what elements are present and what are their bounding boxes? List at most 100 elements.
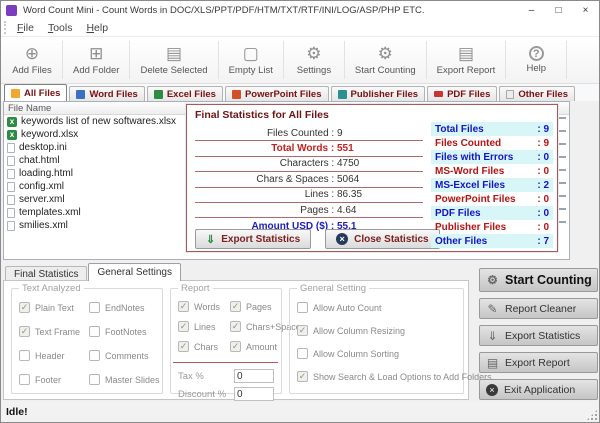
tab-all-files[interactable]: All Files: [4, 84, 67, 101]
discount-input[interactable]: [234, 387, 274, 401]
tab-powerpoint-files[interactable]: PowerPoint Files: [225, 86, 329, 101]
toolbar-button-icon: ⚙: [306, 44, 321, 63]
checkbox[interactable]: [297, 302, 308, 313]
start-counting-button[interactable]: ⚙ Start Counting: [346, 37, 425, 83]
statistic-row: Files Counted 9: [195, 126, 423, 141]
report-cleaner-button[interactable]: ✎ Report Cleaner: [479, 298, 598, 319]
checkbox[interactable]: [89, 350, 100, 361]
tab-word-files[interactable]: Word Files: [69, 86, 144, 101]
tab-excel-files[interactable]: Excel Files: [147, 86, 223, 101]
menu-help[interactable]: Help: [79, 20, 115, 36]
close-button[interactable]: ×: [572, 2, 599, 19]
checkbox-row[interactable]: Plain Text: [19, 302, 89, 313]
tab-publisher-files[interactable]: Publisher Files: [331, 86, 426, 101]
exit-application-button[interactable]: × Exit Application: [479, 379, 598, 400]
delete-selected-button[interactable]: ▤ Delete Selected: [131, 37, 216, 83]
file-type-count-row: PowerPoint Files 0: [431, 192, 553, 206]
toolbar-button-label: Export Report: [437, 65, 496, 76]
statistic-label: Pages: [195, 205, 337, 216]
checkbox-row[interactable]: Show Search & Load Options to Add Folder…: [297, 371, 492, 382]
checkbox-row[interactable]: FootNotes: [89, 326, 160, 337]
menu-tools[interactable]: Tools: [41, 20, 80, 36]
minimize-button[interactable]: –: [518, 2, 545, 19]
add-files-button[interactable]: ⊕ Add Files: [3, 37, 61, 83]
checkbox[interactable]: [178, 341, 189, 352]
export-report-action-button[interactable]: ▤ Export Report: [479, 352, 598, 373]
checkbox[interactable]: [297, 325, 308, 336]
checkbox[interactable]: [178, 301, 189, 312]
checkbox-row[interactable]: Comments: [89, 350, 160, 361]
tab-pdf-files[interactable]: PDF Files: [427, 86, 497, 101]
checkbox-row[interactable]: Allow Column Sorting: [297, 348, 492, 359]
tab-general-settings[interactable]: General Settings: [88, 263, 181, 281]
checkbox[interactable]: [19, 350, 30, 361]
tax-row: Tax %: [171, 369, 281, 383]
start-counting-action-button[interactable]: ⚙ Start Counting: [479, 268, 598, 292]
action-button-icon: ▤: [486, 356, 499, 370]
checkbox[interactable]: [89, 326, 100, 337]
maximize-button[interactable]: □: [545, 2, 572, 19]
toolbar-button-icon: ⊕: [25, 44, 39, 63]
toolbar-button-icon: ▤: [166, 44, 182, 63]
checkbox-label: Words: [194, 302, 220, 312]
resize-grip[interactable]: [586, 409, 598, 421]
file-type-count-row: Total Files 9: [431, 122, 553, 136]
checkbox-row[interactable]: Allow Auto Count: [297, 302, 492, 313]
toolbar-button-label: Start Counting: [355, 65, 416, 76]
export-report-button[interactable]: ▤ Export Report: [428, 37, 505, 83]
checkbox-row[interactable]: Words: [178, 301, 230, 312]
tab-final-statistics[interactable]: Final Statistics: [5, 266, 87, 281]
action-button-label: Exit Application: [504, 384, 575, 396]
add-folder-button[interactable]: ⊞ Add Folder: [64, 37, 128, 83]
file-type-count-label: MS-Excel Files: [435, 180, 537, 191]
statistic-row: Chars & Spaces 5064: [195, 172, 423, 187]
toolbar-button-icon: ▤: [458, 44, 474, 63]
checkbox-row[interactable]: Master Slides: [89, 374, 160, 385]
checkbox-label: Plain Text: [35, 303, 74, 313]
tax-input[interactable]: [234, 369, 274, 383]
settings-button[interactable]: ⚙ Settings: [285, 37, 343, 83]
checkbox-row[interactable]: Footer: [19, 374, 89, 385]
checkbox-label: Pages: [246, 302, 272, 312]
file-type-count-value: 0: [537, 166, 549, 177]
checkbox-row[interactable]: Lines: [178, 321, 230, 332]
close-statistics-button[interactable]: × Close Statistics: [325, 229, 439, 249]
file-type-count-value: 9: [537, 124, 549, 135]
checkbox[interactable]: [89, 374, 100, 385]
toolbar-separator: [62, 41, 63, 79]
help-button[interactable]: ? Help: [507, 37, 565, 83]
checkbox[interactable]: [19, 302, 30, 313]
menu-file[interactable]: File: [10, 20, 41, 36]
toolbar-separator: [566, 41, 567, 79]
tab-other-files[interactable]: Other Files: [499, 86, 575, 101]
checkbox-row[interactable]: Allow Column Resizing: [297, 325, 492, 336]
file-type-count-value: 0: [537, 194, 549, 205]
export-statistics-action-button[interactable]: ⇓ Export Statistics: [479, 325, 598, 346]
file-type-count-label: MS-Word Files: [435, 166, 537, 177]
checkbox-label: Allow Column Sorting: [313, 349, 399, 359]
file-type-count-row: Files with Errors 0: [431, 150, 553, 164]
checkbox[interactable]: [178, 321, 189, 332]
empty-list-button[interactable]: ▢ Empty List: [220, 37, 282, 83]
checkbox-row[interactable]: Chars: [178, 341, 230, 352]
file-type-tabstrip: All Files Word Files Excel Files PowerPo…: [1, 84, 599, 101]
checkbox[interactable]: [19, 374, 30, 385]
file-type-count-value: 7: [537, 236, 549, 247]
statistics-panel-title: Final Statistics for All Files: [195, 109, 557, 121]
file-name: keyword.xlsx: [21, 129, 78, 140]
checkbox-row[interactable]: Header: [19, 350, 89, 361]
file-type-count-value: 2: [537, 180, 549, 191]
checkbox[interactable]: [19, 326, 30, 337]
checkbox[interactable]: [89, 302, 100, 313]
checkbox[interactable]: [297, 348, 308, 359]
checkbox-row[interactable]: Text Frame: [19, 326, 89, 337]
checkbox[interactable]: [230, 321, 241, 332]
checkbox[interactable]: [230, 341, 241, 352]
discount-row: Discount %: [171, 387, 281, 401]
export-statistics-button[interactable]: ⇓ Export Statistics: [195, 229, 311, 249]
file-icon: [7, 117, 17, 127]
file-icon: [7, 195, 15, 205]
checkbox[interactable]: [297, 371, 308, 382]
checkbox-row[interactable]: EndNotes: [89, 302, 160, 313]
checkbox[interactable]: [230, 301, 241, 312]
